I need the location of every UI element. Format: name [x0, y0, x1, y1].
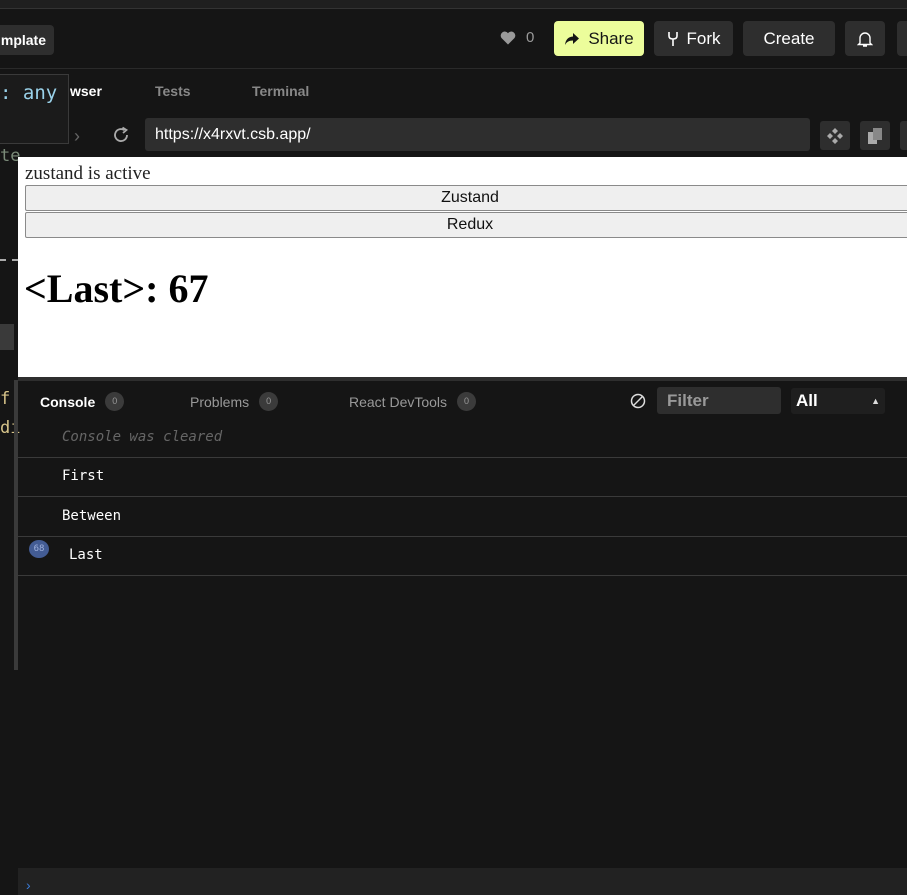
- template-button[interactable]: mplate: [0, 25, 54, 55]
- more-button[interactable]: [900, 121, 907, 150]
- console-input[interactable]: ›: [18, 868, 907, 895]
- reload-icon[interactable]: [110, 124, 132, 146]
- window-top-edge: [0, 0, 907, 9]
- log-level-select[interactable]: All ▲: [791, 388, 885, 414]
- avatar-button[interactable]: [897, 21, 907, 56]
- log-level-value: All: [796, 391, 818, 410]
- code-dash: [0, 259, 18, 261]
- count-badge: 0: [457, 392, 477, 411]
- open-new-window-button[interactable]: [860, 121, 890, 150]
- heart-icon: [500, 31, 516, 44]
- console-log: 68 Last: [18, 536, 907, 576]
- redux-button[interactable]: Redux: [25, 212, 907, 238]
- log-message: Between: [62, 508, 122, 524]
- editor-highlight-line: [0, 324, 14, 350]
- preview-tabs: wser Tests Terminal: [18, 70, 907, 112]
- page-heading: <Last>: 67: [24, 266, 209, 311]
- create-button[interactable]: Create: [743, 21, 835, 56]
- tab-label: Problems: [190, 393, 250, 410]
- share-arrow-icon: [565, 32, 580, 45]
- console-tabs: Console 0 Problems 0 React DevTools 0 Fi…: [18, 381, 907, 419]
- tab-react-devtools[interactable]: React DevTools 0: [349, 392, 477, 411]
- count-badge: 0: [259, 392, 279, 411]
- log-message: First: [62, 468, 105, 484]
- share-label: Share: [588, 28, 634, 48]
- tab-label: Console: [40, 393, 96, 410]
- code-fragment: f: [0, 389, 11, 409]
- browser-preview: zustand is active Zustand Redux <Last>: …: [18, 157, 907, 377]
- console-log-cleared: Console was cleared: [18, 418, 907, 458]
- url-input[interactable]: https://x4rxvt.csb.app/: [145, 118, 810, 151]
- preview-status-text: zustand is active: [25, 163, 151, 184]
- like-count: 0: [526, 29, 535, 46]
- select-arrows-icon: ▲: [871, 396, 880, 406]
- tab-problems[interactable]: Problems 0: [190, 392, 279, 411]
- log-message: Last: [69, 547, 103, 563]
- devtools-button[interactable]: [820, 121, 850, 150]
- codesandbox-icon: [827, 127, 843, 144]
- prompt-chevron-icon: ›: [26, 877, 31, 893]
- forward-arrow-icon[interactable]: ›: [74, 126, 80, 147]
- fork-icon: [667, 31, 678, 46]
- share-button[interactable]: Share: [554, 21, 644, 56]
- console-log: First: [18, 457, 907, 497]
- tab-console[interactable]: Console 0: [40, 392, 125, 411]
- copy-window-icon: [868, 127, 882, 144]
- create-label: Create: [763, 28, 815, 48]
- bell-icon: [857, 31, 873, 47]
- log-message: Console was cleared: [62, 429, 223, 445]
- zustand-button[interactable]: Zustand: [25, 185, 907, 211]
- fork-label: Fork: [686, 28, 721, 48]
- notifications-button[interactable]: [845, 21, 885, 56]
- console-log: Between: [18, 497, 907, 537]
- fork-button[interactable]: Fork: [654, 21, 733, 56]
- tab-terminal[interactable]: Terminal: [252, 83, 309, 99]
- tab-tests[interactable]: Tests: [155, 83, 191, 99]
- clear-console-icon[interactable]: [630, 393, 646, 409]
- repeat-count-badge: 68: [29, 540, 49, 558]
- tab-label: React DevTools: [349, 393, 448, 410]
- like-counter[interactable]: 0: [500, 29, 534, 46]
- filter-input[interactable]: Filter: [657, 387, 781, 414]
- tab-browser[interactable]: wser: [70, 83, 102, 99]
- header-bar: mplate 0 Share Fork Create: [0, 9, 907, 69]
- count-badge: 0: [105, 392, 125, 411]
